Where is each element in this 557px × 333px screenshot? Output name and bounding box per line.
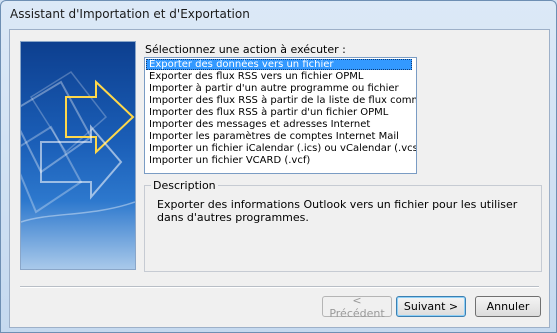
list-item[interactable]: Importer des messages et adresses Intern… [146, 119, 412, 130]
description-legend: Description [151, 179, 218, 192]
list-item[interactable]: Importer des flux RSS à partir d'un fich… [146, 107, 412, 118]
next-button[interactable]: Suivant > [396, 296, 466, 317]
action-prompt-label: Sélectionnez une action à exécuter : [145, 43, 346, 56]
previous-button[interactable]: < Précédent [322, 294, 392, 320]
list-item[interactable]: Importer les paramètres de comptes Inter… [146, 131, 412, 142]
wizard-graphic [20, 41, 136, 270]
import-export-wizard-window: Assistant d'Importation et d'Exportation… [0, 0, 557, 333]
wizard-content: Sélectionnez une action à exécuter : Exp… [9, 29, 550, 328]
list-item[interactable]: Importer des flux RSS à partir de la lis… [146, 95, 416, 106]
window-title: Assistant d'Importation et d'Exportation [10, 7, 250, 21]
list-item[interactable]: Importer un fichier VCARD (.vcf) [146, 155, 412, 166]
arrow-illustration-icon [21, 71, 135, 223]
list-item[interactable]: Importer un fichier iCalendar (.ics) ou … [146, 143, 416, 154]
button-separator [20, 286, 539, 288]
cancel-button[interactable]: Annuler [475, 296, 541, 317]
description-text: Exporter des informations Outlook vers u… [157, 198, 518, 224]
list-item[interactable]: Exporter des flux RSS vers un fichier OP… [146, 71, 412, 82]
action-listbox[interactable]: Exporter des données vers un fichier Exp… [144, 57, 417, 174]
list-item[interactable]: Exporter des données vers un fichier [146, 59, 412, 70]
title-bar[interactable]: Assistant d'Importation et d'Exportation [1, 1, 556, 27]
description-group: Description Exporter des informations Ou… [144, 179, 542, 272]
list-item[interactable]: Importer à partir d'un autre programme o… [146, 83, 412, 94]
